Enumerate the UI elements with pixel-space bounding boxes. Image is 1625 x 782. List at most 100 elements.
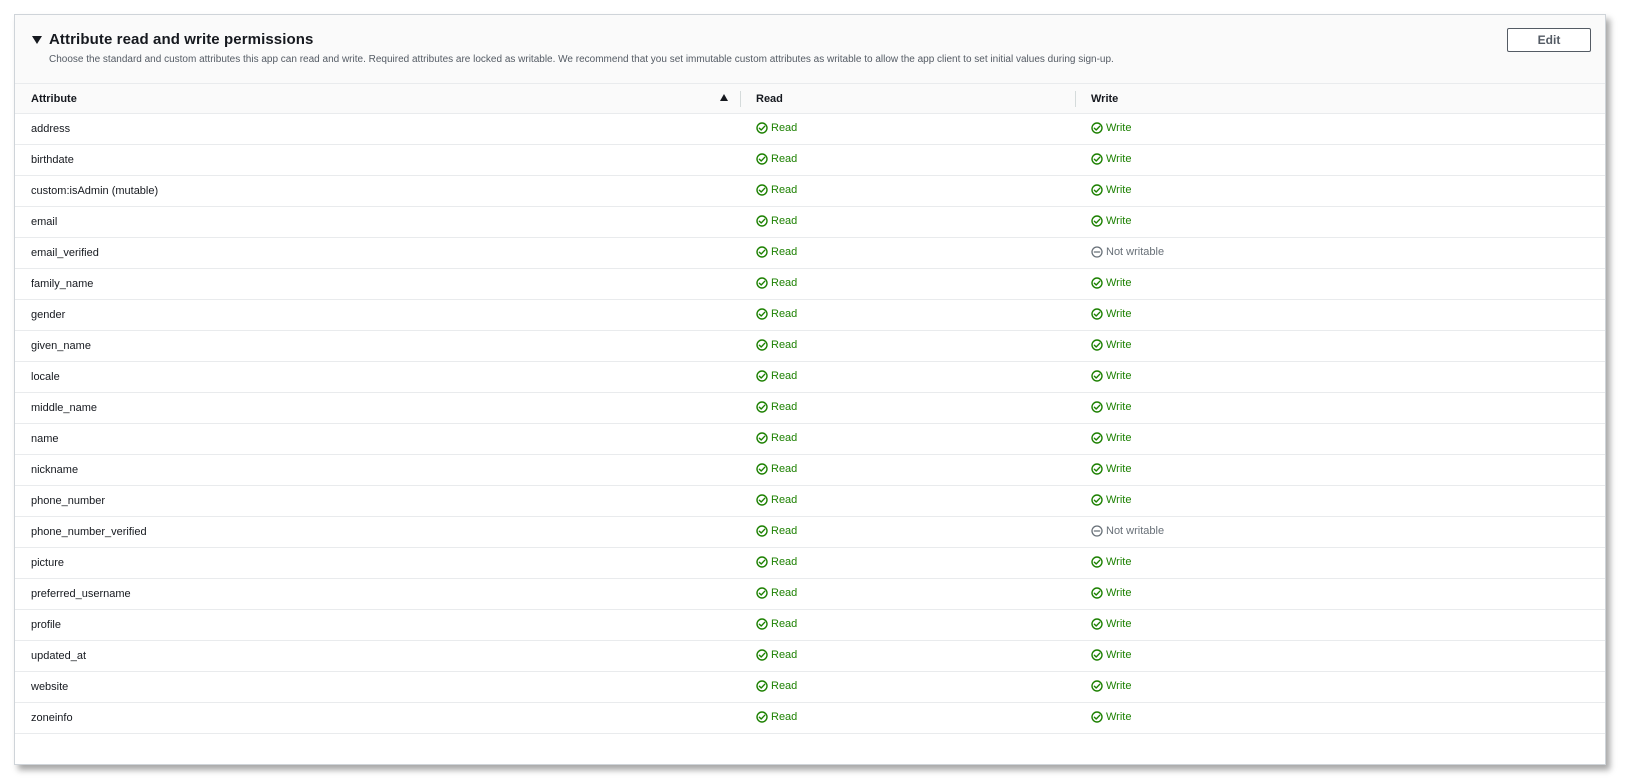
check-circle-icon bbox=[1091, 152, 1103, 165]
write-status-label: Write bbox=[1106, 369, 1132, 382]
write-status-label: Not writable bbox=[1106, 245, 1165, 258]
check-circle-icon bbox=[756, 245, 768, 258]
attribute-cell: custom:isAdmin (mutable) bbox=[15, 175, 740, 207]
attribute-cell: email bbox=[15, 206, 740, 238]
edit-button[interactable]: Edit bbox=[1507, 28, 1591, 52]
read-status: Read bbox=[756, 494, 797, 506]
check-circle-icon bbox=[756, 679, 768, 692]
table-row: gender Read Write bbox=[15, 299, 1605, 331]
attribute-name: custom:isAdmin (mutable) bbox=[31, 185, 159, 197]
write-status-label: Not writable bbox=[1106, 524, 1165, 537]
check-circle-icon bbox=[756, 276, 768, 289]
check-circle-icon bbox=[756, 648, 768, 661]
attribute-cell: gender bbox=[15, 299, 740, 331]
read-cell: Read bbox=[740, 516, 1075, 548]
column-divider[interactable] bbox=[1075, 91, 1076, 107]
read-status: Read bbox=[756, 680, 797, 692]
read-cell: Read bbox=[740, 609, 1075, 641]
write-status-label: Write bbox=[1106, 462, 1132, 475]
table-row: phone_number Read Write bbox=[15, 485, 1605, 517]
table-row: picture Read Write bbox=[15, 547, 1605, 579]
check-circle-icon bbox=[1091, 338, 1103, 351]
attribute-name: email_verified bbox=[31, 247, 99, 259]
write-status-label: Write bbox=[1106, 493, 1132, 506]
attribute-name: updated_at bbox=[31, 650, 87, 662]
write-cell: Write bbox=[1075, 206, 1605, 238]
minus-circle-icon bbox=[1091, 524, 1103, 537]
write-status: Write bbox=[1091, 494, 1131, 506]
write-cell: Not writable bbox=[1075, 237, 1605, 269]
read-cell: Read bbox=[740, 454, 1075, 486]
sort-ascending-icon[interactable] bbox=[720, 94, 728, 101]
attribute-name: given_name bbox=[31, 340, 91, 352]
attribute-name: zoneinfo bbox=[31, 712, 73, 724]
attribute-name: email bbox=[31, 216, 58, 228]
read-status: Read bbox=[756, 246, 797, 258]
read-cell: Read bbox=[740, 299, 1075, 331]
check-circle-icon bbox=[756, 617, 768, 630]
read-status-label: Read bbox=[771, 710, 798, 723]
collapse-caret-icon[interactable] bbox=[32, 36, 42, 44]
write-status-label: Write bbox=[1106, 617, 1132, 630]
read-status-label: Read bbox=[771, 524, 798, 537]
read-status-label: Read bbox=[771, 462, 798, 475]
write-status-label: Write bbox=[1106, 586, 1132, 599]
check-circle-icon bbox=[756, 307, 768, 320]
check-circle-icon bbox=[756, 369, 768, 382]
read-status: Read bbox=[756, 401, 797, 413]
panel-title[interactable]: Attribute read and write permissions bbox=[49, 31, 314, 48]
permissions-table: Attribute Read Write address Read Write bir… bbox=[15, 84, 1605, 734]
read-status-label: Read bbox=[771, 369, 798, 382]
write-status: Write bbox=[1091, 277, 1131, 289]
attribute-name: locale bbox=[31, 371, 60, 383]
attribute-cell: phone_number bbox=[15, 485, 740, 517]
write-cell: Write bbox=[1075, 547, 1605, 579]
read-status-label: Read bbox=[771, 586, 798, 599]
write-status: Not writable bbox=[1091, 246, 1164, 258]
check-circle-icon bbox=[756, 524, 768, 537]
table-row: address Read Write bbox=[15, 113, 1605, 145]
write-status: Write bbox=[1091, 649, 1131, 661]
read-status-label: Read bbox=[771, 245, 798, 258]
write-status: Write bbox=[1091, 215, 1131, 227]
check-circle-icon bbox=[1091, 555, 1103, 568]
attribute-name: preferred_username bbox=[31, 588, 131, 600]
table-row: given_name Read Write bbox=[15, 330, 1605, 362]
column-header-attribute[interactable]: Attribute bbox=[15, 84, 740, 114]
read-cell: Read bbox=[740, 640, 1075, 672]
write-cell: Not writable bbox=[1075, 516, 1605, 548]
write-cell: Write bbox=[1075, 113, 1605, 145]
write-status-label: Write bbox=[1106, 431, 1132, 444]
attribute-name: middle_name bbox=[31, 402, 98, 414]
check-circle-icon bbox=[756, 462, 768, 475]
table-row: birthdate Read Write bbox=[15, 144, 1605, 176]
write-cell: Write bbox=[1075, 454, 1605, 486]
write-cell: Write bbox=[1075, 640, 1605, 672]
table-row: family_name Read Write bbox=[15, 268, 1605, 300]
panel-header: Attribute read and write permissions Cho… bbox=[15, 15, 1605, 84]
read-status: Read bbox=[756, 339, 797, 351]
column-header-label: Read bbox=[756, 92, 783, 105]
table-row: profile Read Write bbox=[15, 609, 1605, 641]
table-row: middle_name Read Write bbox=[15, 392, 1605, 424]
read-status-label: Read bbox=[771, 276, 798, 289]
table-row: updated_at Read Write bbox=[15, 640, 1605, 672]
write-status-label: Write bbox=[1106, 214, 1132, 227]
write-status-label: Write bbox=[1106, 276, 1132, 289]
table-row: preferred_username Read Write bbox=[15, 578, 1605, 610]
check-circle-icon bbox=[1091, 121, 1103, 134]
check-circle-icon bbox=[756, 121, 768, 134]
read-status-label: Read bbox=[771, 214, 798, 227]
write-cell: Write bbox=[1075, 702, 1605, 734]
table-row: zoneinfo Read Write bbox=[15, 702, 1605, 734]
write-cell: Write bbox=[1075, 361, 1605, 393]
read-status: Read bbox=[756, 215, 797, 227]
column-divider[interactable] bbox=[740, 91, 741, 107]
write-status: Write bbox=[1091, 401, 1131, 413]
check-circle-icon bbox=[756, 400, 768, 413]
read-cell: Read bbox=[740, 578, 1075, 610]
attribute-cell: profile bbox=[15, 609, 740, 641]
write-status: Write bbox=[1091, 339, 1131, 351]
check-circle-icon bbox=[756, 152, 768, 165]
write-cell: Write bbox=[1075, 175, 1605, 207]
